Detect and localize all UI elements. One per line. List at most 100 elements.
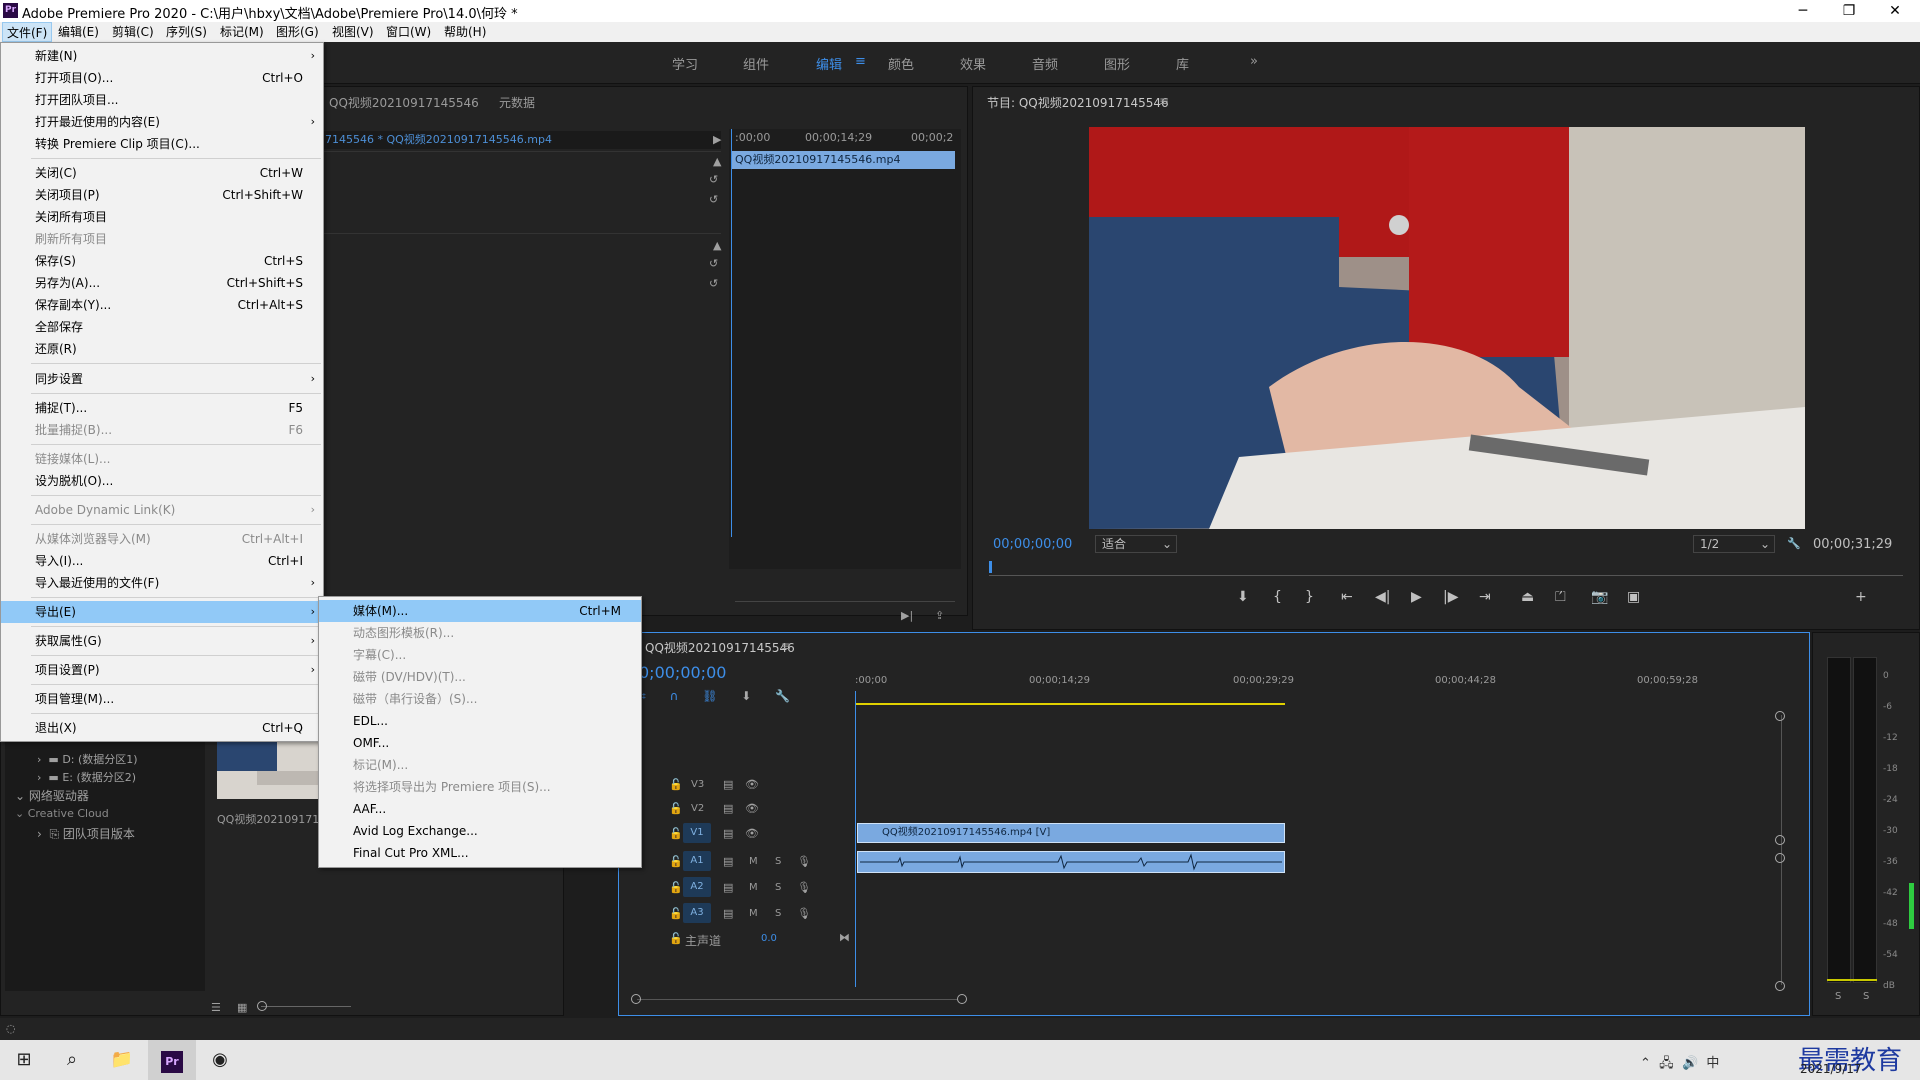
export-frame-icon[interactable]: ▶| bbox=[901, 609, 913, 622]
thumbnail-zoom-slider[interactable] bbox=[261, 1006, 351, 1007]
workspace-libraries[interactable]: 库 bbox=[1176, 54, 1189, 73]
workspace-color[interactable]: 颜色 bbox=[888, 54, 914, 73]
camera-icon[interactable]: 📷 bbox=[1591, 589, 1608, 605]
file-menu-new[interactable]: 新建(N) › bbox=[1, 45, 323, 67]
microphone-icon[interactable]: 🎙 bbox=[797, 881, 811, 894]
collapse-arrow-icon[interactable]: ▲ bbox=[713, 155, 721, 168]
solo-button[interactable]: S bbox=[775, 882, 781, 893]
windows-start-icon[interactable]: ⊞ bbox=[0, 1040, 48, 1080]
file-menu-project-settings[interactable]: 项目设置(P) › bbox=[1, 659, 323, 681]
file-menu-open-project[interactable]: 打开项目(O)... Ctrl+O bbox=[1, 67, 323, 89]
lock-icon[interactable]: 🔓 bbox=[669, 932, 683, 945]
mute-button[interactable]: M bbox=[749, 908, 758, 919]
export-edl[interactable]: EDL... bbox=[319, 710, 641, 732]
file-menu-save-copy[interactable]: 保存副本(Y)... Ctrl+Alt+S bbox=[1, 294, 323, 316]
step-back-icon[interactable]: ◀| bbox=[1375, 589, 1390, 605]
microphone-icon[interactable]: 🎙 bbox=[797, 855, 811, 868]
file-menu-export[interactable]: 导出(E) › bbox=[1, 601, 323, 623]
menu-help[interactable]: 帮助(H) bbox=[440, 22, 490, 42]
ime-icon[interactable]: 中 bbox=[1706, 1056, 1719, 1071]
file-menu-close-project[interactable]: 关闭项目(P) Ctrl+Shift+W bbox=[1, 184, 323, 206]
reset-icon[interactable]: ↺ bbox=[709, 193, 718, 206]
eye-icon[interactable]: 👁 bbox=[745, 827, 759, 840]
timeline-title[interactable]: QQ视频20210917145546 bbox=[645, 639, 795, 656]
mark-in-icon[interactable]: { bbox=[1273, 589, 1282, 605]
sync-lock-icon[interactable]: ▤ bbox=[723, 827, 733, 840]
eye-icon[interactable]: 👁 bbox=[745, 802, 759, 815]
sync-lock-icon[interactable]: ▤ bbox=[723, 802, 733, 815]
icon-view-icon[interactable]: ▦ bbox=[237, 1001, 247, 1014]
wrench-icon[interactable]: 🔧 bbox=[775, 689, 790, 703]
workspace-effects[interactable]: 效果 bbox=[960, 54, 986, 73]
solo-left-button[interactable]: S bbox=[1835, 991, 1841, 1002]
lock-icon[interactable]: 🔓 bbox=[669, 881, 683, 894]
search-icon[interactable]: ⌕ bbox=[48, 1040, 96, 1080]
lock-icon[interactable]: 🔓 bbox=[669, 827, 683, 840]
sync-lock-icon[interactable]: ▤ bbox=[723, 907, 733, 920]
file-menu-exit[interactable]: 退出(X) Ctrl+Q bbox=[1, 717, 323, 739]
reset-icon[interactable]: ↺ bbox=[709, 277, 718, 290]
workspace-assembly[interactable]: 组件 bbox=[743, 54, 769, 73]
file-menu-convert-clip[interactable]: 转换 Premiere Clip 项目(C)... bbox=[1, 133, 323, 155]
workspace-audio[interactable]: 音频 bbox=[1032, 54, 1058, 73]
vertical-scrollbar[interactable] bbox=[1781, 715, 1782, 985]
export-omf[interactable]: OMF... bbox=[319, 732, 641, 754]
file-menu-sync-settings[interactable]: 同步设置 › bbox=[1, 368, 323, 390]
timeline-timecode[interactable]: 0;00;00;00 bbox=[639, 663, 726, 682]
scroll-handle[interactable] bbox=[1775, 711, 1785, 721]
workspace-learn[interactable]: 学习 bbox=[672, 54, 698, 73]
snap-icon[interactable]: ∩ bbox=[670, 689, 679, 703]
file-menu-close-all[interactable]: 关闭所有项目 bbox=[1, 206, 323, 228]
workspace-more-icon[interactable]: » bbox=[1250, 54, 1258, 69]
file-menu-save-as[interactable]: 另存为(A)... Ctrl+Shift+S bbox=[1, 272, 323, 294]
solo-button[interactable]: S bbox=[775, 908, 781, 919]
program-menu-icon[interactable]: ≡ bbox=[1159, 94, 1169, 108]
scroll-handle[interactable] bbox=[631, 994, 641, 1004]
add-marker-icon[interactable]: ⬇ bbox=[1237, 589, 1249, 605]
export-aaf[interactable]: AAF... bbox=[319, 798, 641, 820]
sync-lock-icon[interactable]: ▤ bbox=[723, 855, 733, 868]
go-to-out-icon[interactable]: ⇥ bbox=[1479, 589, 1491, 605]
file-menu-import-recent[interactable]: 导入最近使用的文件(F) › bbox=[1, 572, 323, 594]
solo-button[interactable]: S bbox=[775, 856, 781, 867]
play-icon[interactable]: ▶ bbox=[1411, 589, 1422, 605]
track-label-a3[interactable]: A3 bbox=[683, 903, 711, 923]
add-marker-icon[interactable]: ⬇ bbox=[741, 689, 751, 703]
track-label-a1[interactable]: A1 bbox=[683, 851, 711, 871]
export-fcp-xml[interactable]: Final Cut Pro XML... bbox=[319, 842, 641, 864]
maximize-button[interactable]: ❐ bbox=[1826, 0, 1872, 22]
source-zoom-bar[interactable] bbox=[735, 601, 955, 602]
lock-icon[interactable]: 🔓 bbox=[669, 855, 683, 868]
track-label-v2[interactable]: V2 bbox=[691, 803, 704, 814]
video-clip-v1[interactable]: QQ视频20210917145546.mp4 [V] bbox=[857, 823, 1285, 843]
compare-icon[interactable]: ▣ bbox=[1627, 589, 1640, 605]
tree-item-team[interactable]: › ⎘ 团队项目版本 bbox=[37, 825, 135, 842]
lift-icon[interactable]: ⏏ bbox=[1521, 589, 1534, 605]
file-menu-get-properties[interactable]: 获取属性(G) › bbox=[1, 630, 323, 652]
workspace-graphics[interactable]: 图形 bbox=[1104, 54, 1130, 73]
source-playhead[interactable] bbox=[731, 129, 732, 537]
expand-arrow-icon[interactable]: ▶ bbox=[713, 133, 721, 146]
tree-item-drive-e[interactable]: › ▬ E: (数据分区2) bbox=[37, 769, 136, 785]
menu-graphics[interactable]: 图形(G) bbox=[272, 22, 323, 42]
lock-icon[interactable]: 🔓 bbox=[669, 802, 683, 815]
file-explorer-icon[interactable]: 📁 bbox=[98, 1040, 146, 1080]
lock-icon[interactable]: 🔓 bbox=[669, 907, 683, 920]
menu-view[interactable]: 视图(V) bbox=[328, 22, 378, 42]
scroll-handle[interactable] bbox=[1775, 981, 1785, 991]
audio-clip-a1[interactable] bbox=[857, 851, 1285, 873]
work-area-bar[interactable] bbox=[855, 703, 1285, 705]
menu-window[interactable]: 窗口(W) bbox=[382, 22, 435, 42]
share-icon[interactable]: ⇪ bbox=[935, 609, 944, 622]
track-label-v3[interactable]: V3 bbox=[691, 779, 704, 790]
step-forward-icon[interactable]: |▶ bbox=[1443, 589, 1458, 605]
file-menu-save-all[interactable]: 全部保存 bbox=[1, 316, 323, 338]
chrome-icon[interactable]: ◉ bbox=[196, 1040, 244, 1080]
tree-item-drive-d[interactable]: › ▬ D: (数据分区1) bbox=[37, 751, 138, 767]
menu-file[interactable]: 文件(F) bbox=[2, 22, 53, 42]
metadata-tab[interactable]: 元数据 bbox=[499, 94, 535, 111]
list-view-icon[interactable]: ☰ bbox=[211, 1001, 221, 1014]
scroll-handle[interactable] bbox=[1775, 853, 1785, 863]
chevron-up-icon[interactable]: ⌃ bbox=[1640, 1056, 1651, 1071]
scroll-handle[interactable] bbox=[1775, 835, 1785, 845]
